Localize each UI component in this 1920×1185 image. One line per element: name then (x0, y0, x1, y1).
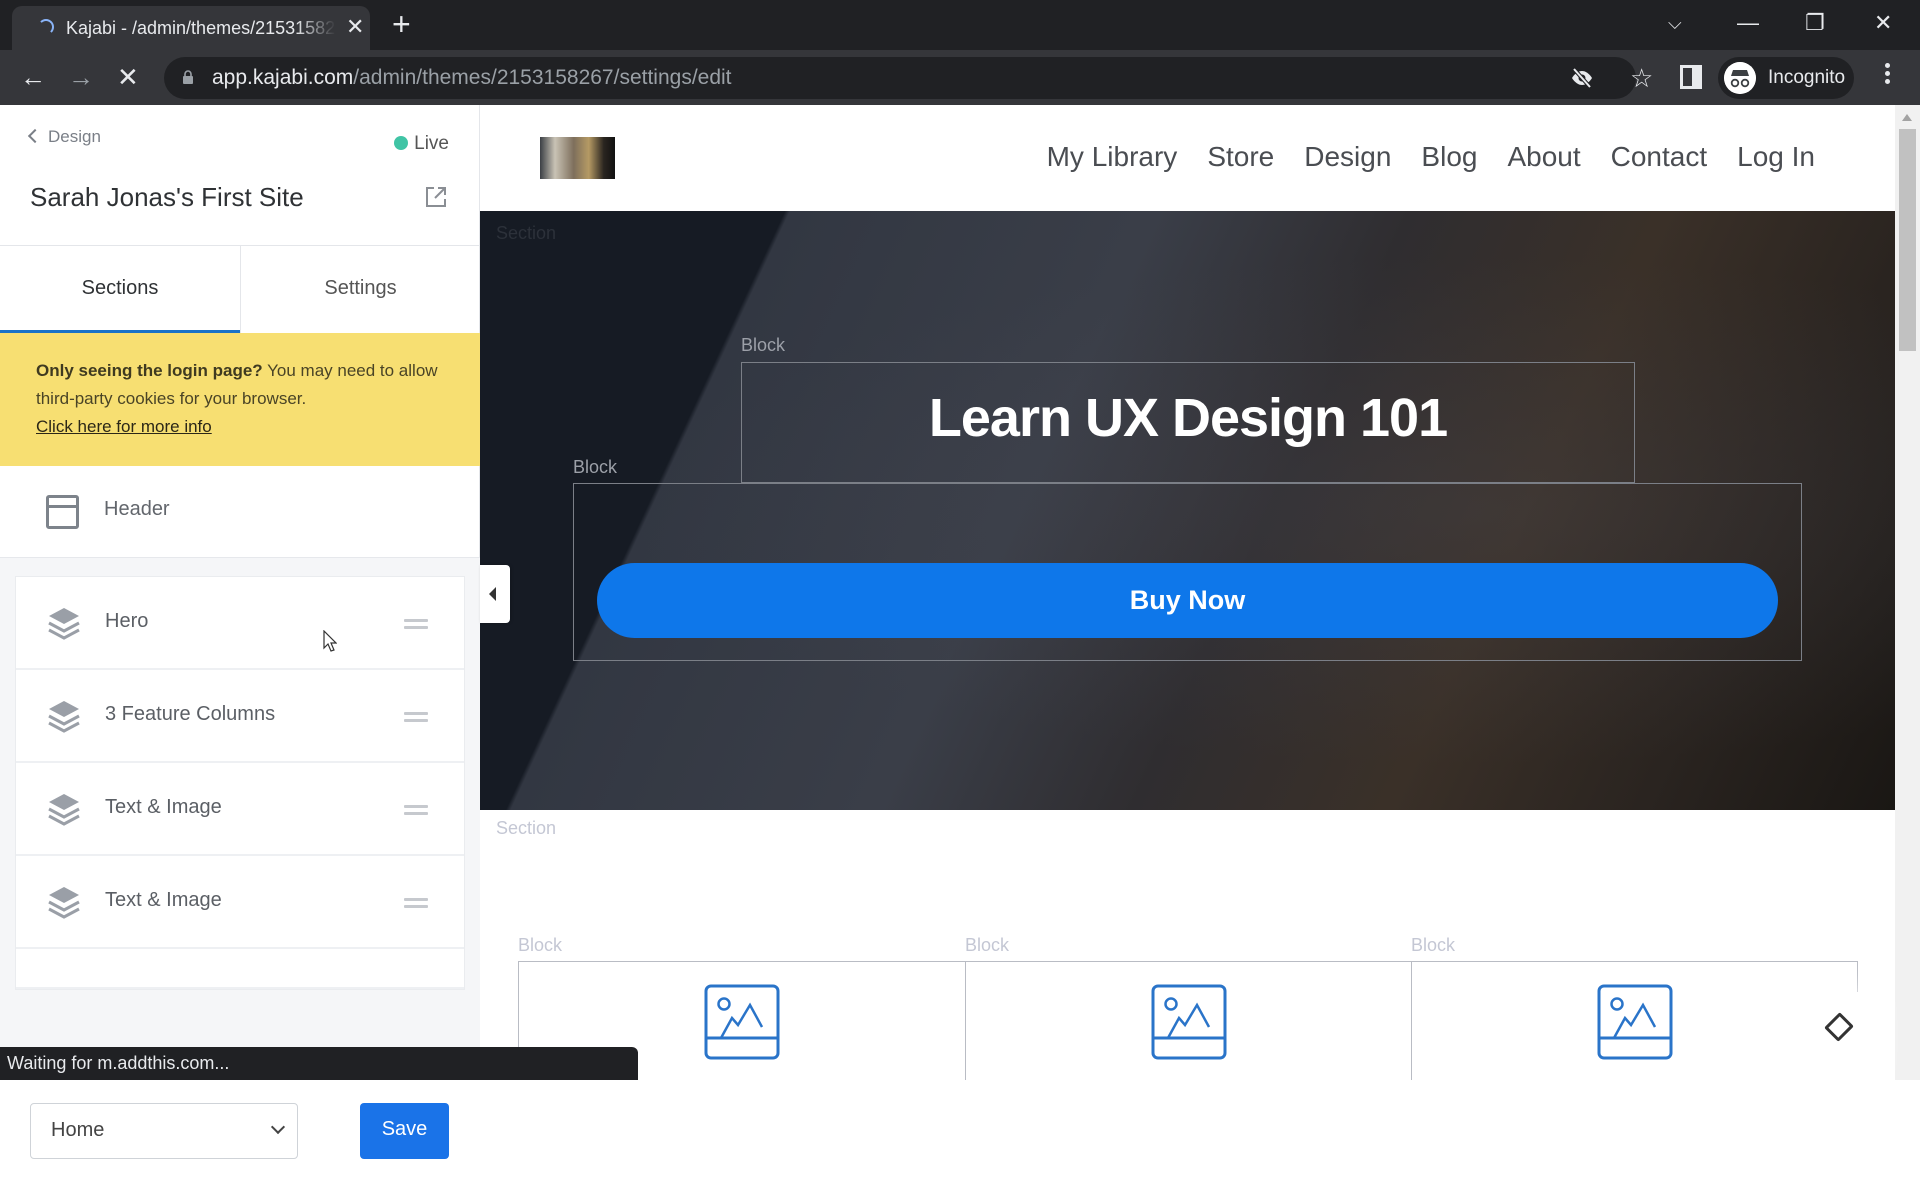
bookmark-star-icon[interactable]: ☆ (1630, 63, 1653, 94)
more-info-link[interactable]: Click here for more info (36, 413, 444, 441)
live-dot-icon (394, 136, 409, 150)
button-block[interactable]: Buy Now (573, 483, 1802, 661)
section-item-hero[interactable]: Hero (16, 577, 464, 670)
image-placeholder-icon (1597, 984, 1673, 1060)
section-list-area: Hero 3 Feature Columns Text & Image Text… (0, 558, 480, 1067)
tab-sections[interactable]: Sections (0, 246, 240, 334)
drag-handle-icon[interactable] (404, 898, 428, 912)
collapse-panel-toggle[interactable] (480, 565, 510, 623)
section-item-feature-columns[interactable]: 3 Feature Columns (16, 670, 464, 763)
window-close-button[interactable]: ✕ (1874, 8, 1892, 38)
title-block[interactable]: Learn UX Design 101 (741, 362, 1635, 483)
layers-icon (48, 887, 80, 919)
panel-tabs: Sections Settings (0, 245, 480, 334)
tab-settings[interactable]: Settings (240, 246, 480, 334)
chevron-left-icon (27, 128, 43, 144)
incognito-profile-button[interactable]: Incognito (1718, 57, 1854, 99)
nav-contact[interactable]: Contact (1611, 141, 1708, 173)
preview-scrollbar[interactable] (1895, 105, 1920, 1080)
header-layout-icon (46, 495, 79, 529)
drag-handle-icon[interactable] (404, 805, 428, 819)
loading-spinner-icon (38, 19, 54, 35)
back-to-design-link[interactable]: Design (27, 127, 101, 147)
block-outline-label: Block (741, 335, 786, 355)
browser-menu-icon[interactable] (1882, 60, 1892, 87)
block-outline-label: Block (518, 935, 563, 955)
layers-icon (48, 608, 80, 640)
browser-toolbar: ← → ✕ app.kajabi.com/admin/themes/215315… (0, 50, 1920, 105)
nav-design[interactable]: Design (1304, 141, 1391, 173)
feature-column-block[interactable] (1411, 961, 1858, 1080)
incognito-label: Incognito (1768, 67, 1846, 88)
tab-close-icon[interactable]: ✕ (346, 14, 364, 40)
nav-log-in[interactable]: Log In (1737, 141, 1815, 173)
stop-loading-button[interactable]: ✕ (117, 60, 139, 94)
scrollbar-thumb[interactable] (1899, 129, 1916, 351)
section-outline-label: Section (496, 818, 557, 838)
floating-widget[interactable] (1793, 992, 1895, 1080)
section-list: Hero 3 Feature Columns Text & Image Text… (15, 576, 465, 990)
drag-handle-icon[interactable] (404, 712, 428, 726)
incognito-icon (1724, 62, 1756, 94)
scroll-up-arrow-icon[interactable] (1902, 114, 1912, 121)
page-select[interactable]: Home (30, 1103, 298, 1159)
back-button[interactable]: ← (20, 60, 46, 94)
section-outline-label: Section (496, 223, 557, 243)
header-section-item[interactable]: Header (0, 466, 480, 558)
cookie-notice: Only seeing the login page? You may need… (0, 333, 480, 466)
new-tab-button[interactable]: + (392, 6, 411, 42)
forward-button[interactable]: → (68, 60, 94, 94)
minimize-button[interactable]: — (1737, 8, 1759, 38)
browser-status-bar: Waiting for m.addthis.com... (0, 1047, 638, 1080)
chevron-down-icon (270, 1119, 286, 1135)
layers-icon (48, 794, 80, 826)
editor-panel: Design Live Sarah Jonas's First Site Sec… (0, 105, 480, 1185)
nav-my-library[interactable]: My Library (1047, 141, 1178, 173)
site-logo[interactable] (540, 137, 615, 179)
live-status-badge: Live (394, 133, 449, 155)
image-placeholder-icon (1151, 984, 1227, 1060)
nav-store[interactable]: Store (1207, 141, 1274, 173)
panel-footer: Home Save (0, 1067, 480, 1185)
site-header: My Library Store Design Blog About Conta… (480, 105, 1895, 211)
image-placeholder-icon (704, 984, 780, 1060)
section-item-partial[interactable] (16, 949, 464, 989)
drag-handle-icon[interactable] (404, 619, 428, 633)
side-panel-icon[interactable] (1680, 65, 1702, 89)
nav-about[interactable]: About (1507, 141, 1580, 173)
site-title: Sarah Jonas's First Site (30, 182, 304, 212)
block-outline-label: Block (1411, 935, 1456, 955)
tab-search-dropdown-icon[interactable]: ⌵ (1668, 8, 1682, 38)
block-outline-label: Block (573, 457, 618, 477)
browser-tab-bar: Kajabi - /admin/themes/2153158267/settin… (0, 0, 1920, 50)
section-item-text-image[interactable]: Text & Image (16, 763, 464, 856)
nav-blog[interactable]: Blog (1421, 141, 1477, 173)
tag-icon (1824, 1012, 1854, 1042)
lock-icon (183, 70, 193, 84)
address-bar[interactable]: app.kajabi.com/admin/themes/2153158267/s… (164, 57, 1653, 99)
browser-tab[interactable]: Kajabi - /admin/themes/2153158267/settin… (12, 6, 370, 50)
hero-section[interactable]: Section Block Learn UX Design 101 Block … (480, 211, 1895, 810)
save-button[interactable]: Save (360, 1103, 449, 1159)
feature-column-block[interactable] (965, 961, 1412, 1080)
block-outline-label: Block (965, 935, 1010, 955)
hero-title: Learn UX Design 101 (928, 388, 1448, 448)
layers-icon (48, 701, 80, 733)
restore-button[interactable]: ❐ (1805, 8, 1825, 38)
url-text: app.kajabi.com/admin/themes/2153158267/s… (212, 66, 732, 89)
tab-title: Kajabi - /admin/themes/2153158267/settin… (66, 18, 336, 38)
buy-now-button[interactable]: Buy Now (597, 563, 1778, 638)
external-link-icon[interactable] (424, 185, 448, 209)
site-preview: My Library Store Design Blog About Conta… (480, 105, 1895, 1080)
mouse-cursor-icon (323, 630, 337, 652)
site-nav: My Library Store Design Blog About Conta… (1047, 141, 1815, 173)
section-item-text-image[interactable]: Text & Image (16, 856, 464, 949)
tracking-blocked-eye-icon[interactable] (1570, 66, 1594, 90)
